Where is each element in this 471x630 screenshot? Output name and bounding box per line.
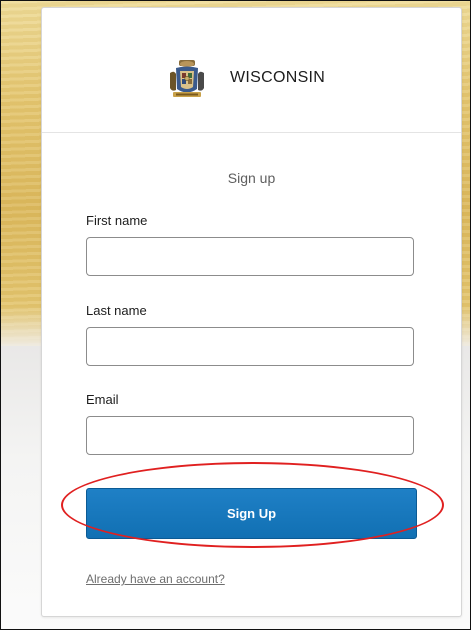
signup-card: WISCONSIN Sign up First name Last name E… [41,7,462,617]
screenshot-frame: WISCONSIN Sign up First name Last name E… [0,0,471,630]
last-name-input[interactable] [86,327,414,366]
wisconsin-seal-icon [170,60,204,97]
last-name-label: Last name [86,303,147,318]
first-name-input[interactable] [86,237,414,276]
first-name-label: First name [86,213,148,228]
form-title: Sign up [227,170,276,186]
card-header: WISCONSIN [42,8,461,133]
sign-up-button[interactable]: Sign Up [86,488,417,539]
email-label: Email [86,392,119,407]
already-have-account-link[interactable]: Already have an account? [86,572,225,586]
email-input[interactable] [86,416,414,455]
brand-name: WISCONSIN [230,69,326,86]
